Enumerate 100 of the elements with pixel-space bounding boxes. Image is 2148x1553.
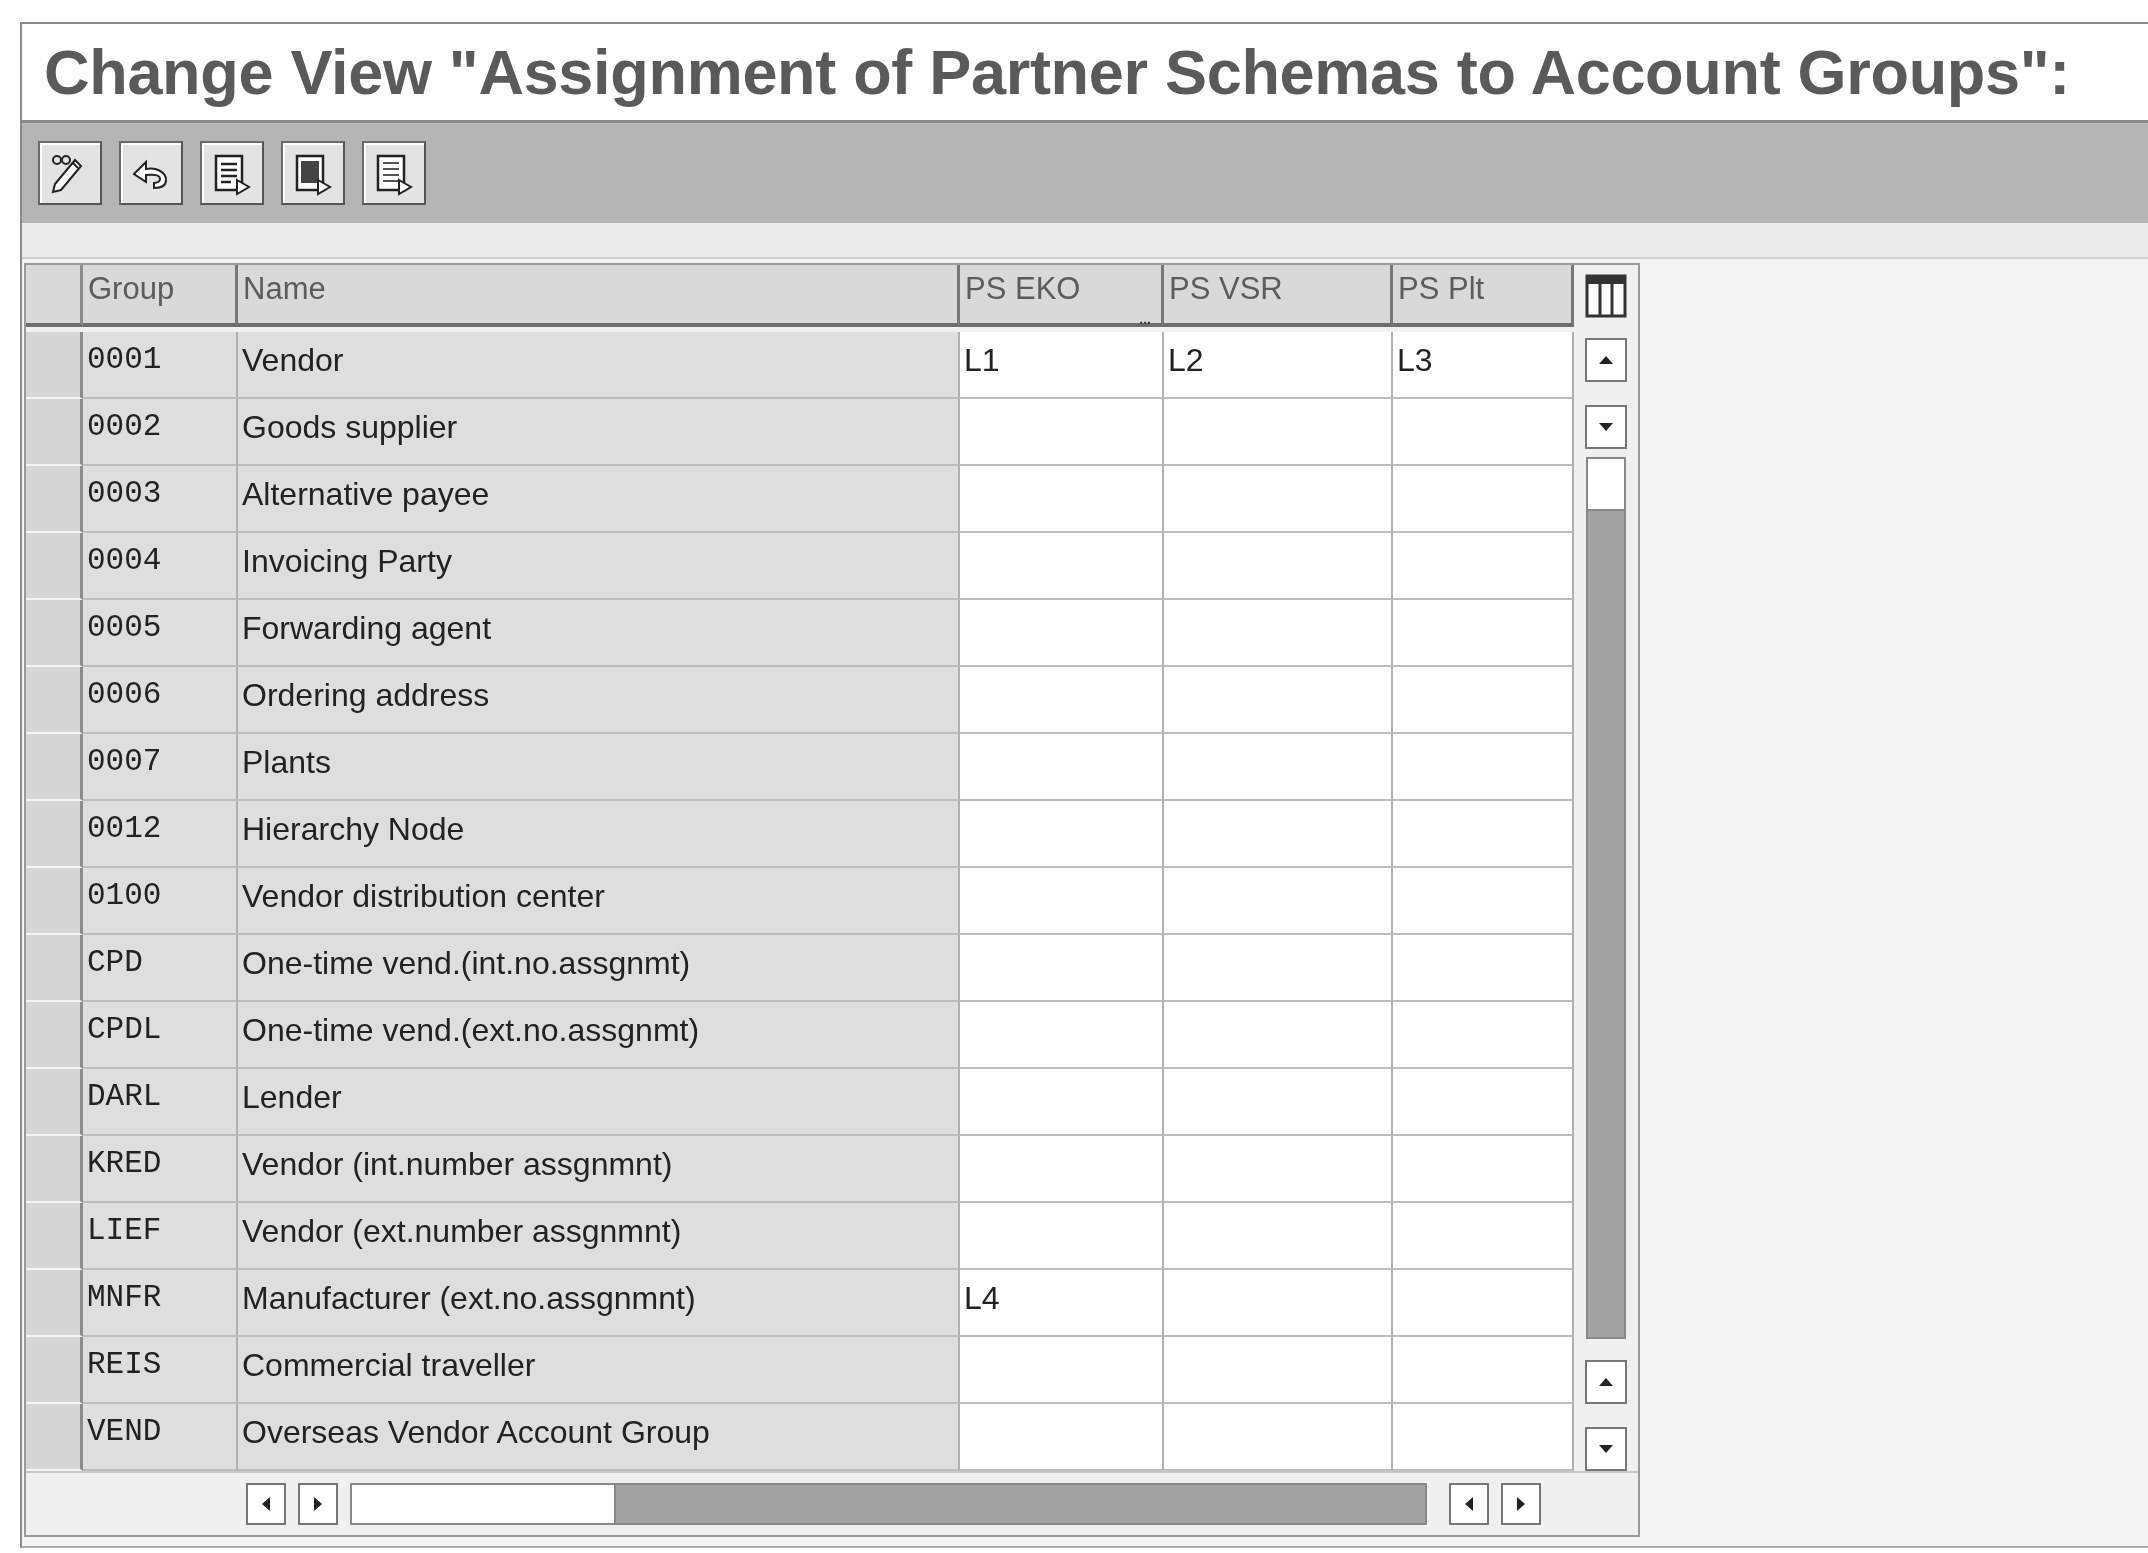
row-selector[interactable]: [26, 1136, 83, 1203]
input-cell[interactable]: [1393, 667, 1574, 734]
row-selector[interactable]: [26, 399, 83, 466]
input-cell[interactable]: [1393, 1002, 1574, 1069]
scroll-left-button[interactable]: [246, 1483, 286, 1525]
column-header[interactable]: Name: [238, 265, 960, 327]
input-cell[interactable]: [1164, 1069, 1393, 1136]
scroll-left-button[interactable]: [1449, 1483, 1489, 1525]
row-selector-header[interactable]: [26, 265, 83, 327]
input-cell[interactable]: [1393, 1337, 1574, 1404]
row-selector[interactable]: [26, 667, 83, 734]
toolbar-button[interactable]: [281, 141, 345, 205]
input-cell[interactable]: [1393, 466, 1574, 533]
horizontal-scrollbar[interactable]: [350, 1483, 1427, 1525]
scroll-right-button[interactable]: [1501, 1483, 1541, 1525]
toolbar-button[interactable]: [362, 141, 426, 205]
row-selector[interactable]: [26, 1270, 83, 1337]
input-cell[interactable]: [960, 935, 1164, 1002]
input-cell[interactable]: L2: [1164, 332, 1393, 399]
table-cell: REIS: [83, 1337, 238, 1404]
input-cell[interactable]: [1164, 399, 1393, 466]
column-header[interactable]: PS Plt: [1393, 265, 1574, 327]
row-selector[interactable]: [26, 1069, 83, 1136]
scroll-up-button[interactable]: [1585, 338, 1627, 382]
input-cell[interactable]: [1164, 868, 1393, 935]
input-cell[interactable]: [960, 1203, 1164, 1270]
scroll-right-button[interactable]: [298, 1483, 338, 1525]
toolbar-button[interactable]: [119, 141, 183, 205]
input-cell[interactable]: [1164, 600, 1393, 667]
input-cell[interactable]: [960, 868, 1164, 935]
input-cell[interactable]: [1164, 1203, 1393, 1270]
input-cell[interactable]: [960, 734, 1164, 801]
input-cell[interactable]: [1164, 734, 1393, 801]
input-cell[interactable]: [1393, 734, 1574, 801]
input-cell[interactable]: [960, 1404, 1164, 1471]
table-cell: Invoicing Party: [238, 533, 960, 600]
input-cell[interactable]: [1393, 1136, 1574, 1203]
table-cell: Lender: [238, 1069, 960, 1136]
row-selector[interactable]: [26, 533, 83, 600]
input-cell[interactable]: [1393, 1203, 1574, 1270]
input-cell[interactable]: [1164, 935, 1393, 1002]
input-cell[interactable]: [1164, 533, 1393, 600]
scroll-down-button[interactable]: [1585, 405, 1627, 449]
column-settings-icon[interactable]: [1585, 274, 1627, 318]
scroll-up-button[interactable]: [1585, 1360, 1627, 1404]
toolbar-button[interactable]: [200, 141, 264, 205]
input-cell[interactable]: [1164, 667, 1393, 734]
input-cell[interactable]: [1393, 935, 1574, 1002]
row-selector[interactable]: [26, 935, 83, 1002]
input-cell[interactable]: [1164, 1337, 1393, 1404]
row-selector[interactable]: [26, 1337, 83, 1404]
input-cell[interactable]: [960, 533, 1164, 600]
input-cell[interactable]: [960, 399, 1164, 466]
scroll-down-button[interactable]: [1585, 1427, 1627, 1471]
input-cell[interactable]: [1393, 1270, 1574, 1337]
table-cell: CPD: [83, 935, 238, 1002]
table-cell: Vendor (ext.number assgnmnt): [238, 1203, 960, 1270]
row-selector[interactable]: [26, 332, 83, 399]
table-cell: 0012: [83, 801, 238, 868]
table-cell: Alternative payee: [238, 466, 960, 533]
column-header[interactable]: Group: [83, 265, 238, 327]
input-cell[interactable]: [1393, 1404, 1574, 1471]
row-selector[interactable]: [26, 1404, 83, 1471]
input-cell[interactable]: [1164, 1002, 1393, 1069]
input-cell[interactable]: [960, 801, 1164, 868]
input-cell[interactable]: [960, 1069, 1164, 1136]
input-cell[interactable]: [960, 1337, 1164, 1404]
input-cell[interactable]: L3: [1393, 332, 1574, 399]
row-selector[interactable]: [26, 868, 83, 935]
input-cell[interactable]: [960, 667, 1164, 734]
input-cell[interactable]: [1164, 466, 1393, 533]
input-cell[interactable]: [960, 466, 1164, 533]
input-cell[interactable]: [1393, 868, 1574, 935]
input-cell[interactable]: L1: [960, 332, 1164, 399]
input-cell[interactable]: [1164, 801, 1393, 868]
row-selector[interactable]: [26, 466, 83, 533]
column-header[interactable]: PS VSR: [1164, 265, 1393, 327]
input-cell[interactable]: [1164, 1136, 1393, 1203]
input-cell[interactable]: [1393, 600, 1574, 667]
table-cell: 0001: [83, 332, 238, 399]
input-cell[interactable]: [1164, 1270, 1393, 1337]
row-selector[interactable]: [26, 734, 83, 801]
row-selector[interactable]: [26, 801, 83, 868]
toolbar-button[interactable]: [38, 141, 102, 205]
input-cell[interactable]: [1393, 533, 1574, 600]
input-cell[interactable]: L4: [960, 1270, 1164, 1337]
input-cell[interactable]: [960, 600, 1164, 667]
input-cell[interactable]: [1393, 801, 1574, 868]
input-cell[interactable]: [1393, 1069, 1574, 1136]
input-cell[interactable]: [1393, 399, 1574, 466]
input-cell[interactable]: [960, 1136, 1164, 1203]
row-selector[interactable]: [26, 600, 83, 667]
row-selector[interactable]: [26, 1203, 83, 1270]
scrollbar-thumb[interactable]: [1586, 457, 1626, 511]
column-header-label: Group: [88, 271, 175, 306]
column-header[interactable]: PS EKO ...: [960, 265, 1164, 327]
row-selector[interactable]: [26, 1002, 83, 1069]
input-cell[interactable]: [960, 1002, 1164, 1069]
table-cell: MNFR: [83, 1270, 238, 1337]
input-cell[interactable]: [1164, 1404, 1393, 1471]
